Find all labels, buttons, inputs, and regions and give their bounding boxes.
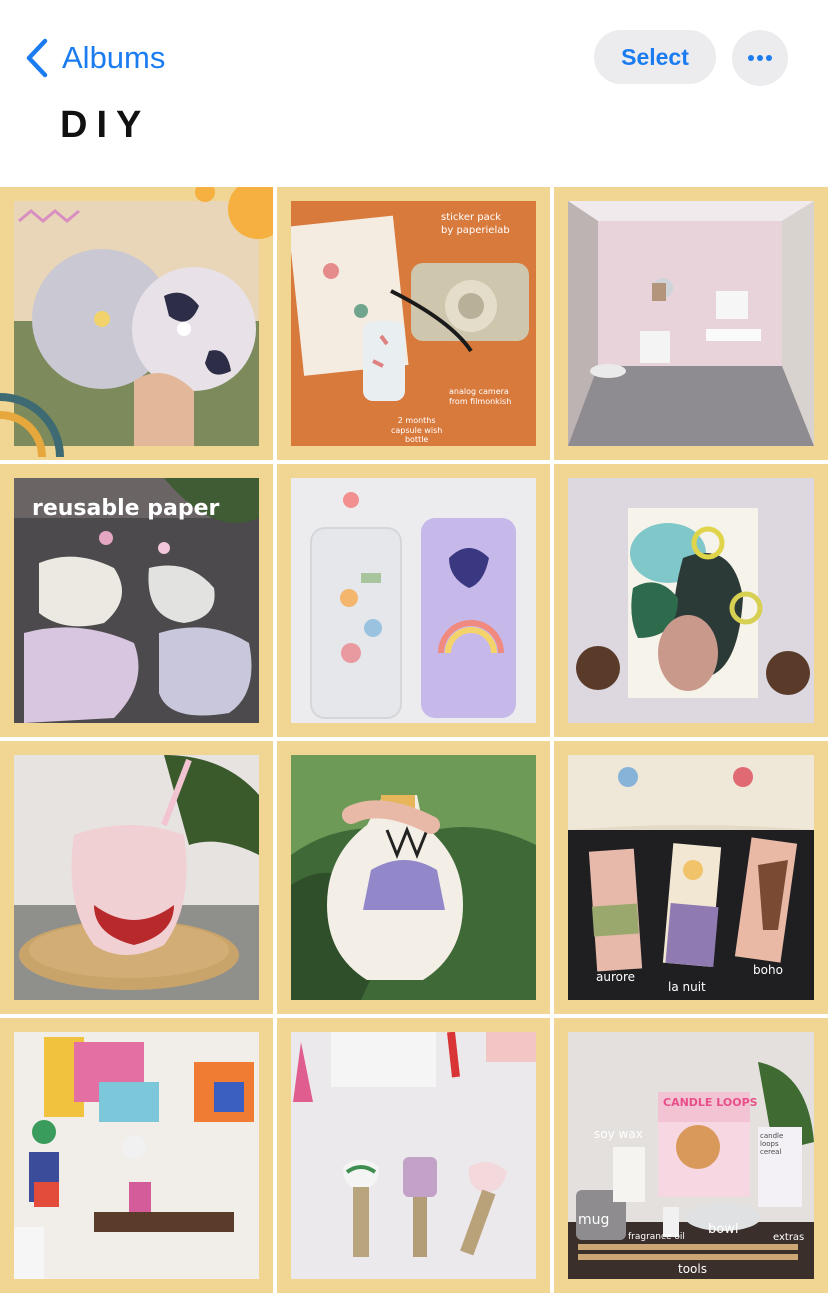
caption-soy-wax: soy wax xyxy=(594,1127,643,1141)
photo-thumbnail-12[interactable]: CANDLE LOOPS candle loops cereal soy wax… xyxy=(554,1018,828,1293)
photo-image xyxy=(291,1032,536,1279)
tag-label-la-nuit: la nuit xyxy=(668,980,706,994)
photo-thumbnail-9[interactable]: aurore la nuit boho xyxy=(554,741,828,1014)
tag-label-boho: boho xyxy=(753,963,783,977)
photo-image xyxy=(568,201,814,446)
box-label-candle-loops-cereal: candle loops cereal xyxy=(760,1132,784,1156)
caption-sticker-pack: sticker pack by paperielab xyxy=(441,212,510,236)
caption-extras: extras xyxy=(773,1232,805,1243)
caption-tools: tools xyxy=(678,1262,707,1276)
photo-thumbnail-7[interactable] xyxy=(0,741,273,1014)
photo-thumbnail-4[interactable]: reusable paper xyxy=(0,464,273,737)
select-button[interactable]: Select xyxy=(594,30,716,84)
album-title: DIY xyxy=(60,104,151,146)
photo-image: reusable paper xyxy=(14,478,259,723)
caption-capsule-bottle: 2 months capsule wish bottle xyxy=(391,416,443,445)
caption-bowl: bowl xyxy=(708,1222,739,1237)
tag-label-aurore: aurore xyxy=(596,970,636,984)
caption-reusable-paper: reusable paper xyxy=(32,496,220,521)
photo-image: CANDLE LOOPS candle loops cereal soy wax… xyxy=(568,1032,814,1279)
photo-image xyxy=(291,755,536,1000)
back-button[interactable]: Albums xyxy=(24,36,165,80)
photo-image: aurore la nuit boho xyxy=(568,755,814,1000)
photo-image: sticker pack by paperielab analog camera… xyxy=(291,201,536,446)
ellipsis-icon xyxy=(748,55,772,61)
photo-thumbnail-8[interactable] xyxy=(277,741,550,1014)
photo-thumbnail-11[interactable] xyxy=(277,1018,550,1293)
photo-image xyxy=(291,478,536,723)
photo-thumbnail-2[interactable]: sticker pack by paperielab analog camera… xyxy=(277,187,550,460)
photo-thumbnail-3[interactable] xyxy=(554,187,828,460)
photo-image xyxy=(14,755,259,1000)
back-label: Albums xyxy=(62,40,166,75)
caption-analog-camera: analog camera from filmonkish xyxy=(449,387,512,407)
photo-image xyxy=(14,1032,259,1279)
photo-thumbnail-6[interactable] xyxy=(554,464,828,737)
photo-thumbnail-1[interactable] xyxy=(0,187,273,460)
caption-fragrance-oil: fragrance oil xyxy=(628,1232,685,1242)
box-label-candle-loops: CANDLE LOOPS xyxy=(663,1096,758,1109)
caption-mug: mug xyxy=(578,1212,610,1228)
photo-thumbnail-10[interactable] xyxy=(0,1018,273,1293)
more-options-button[interactable] xyxy=(732,30,788,86)
photo-image xyxy=(568,478,814,723)
chevron-left-icon xyxy=(26,38,48,78)
navigation-bar: Albums Select DIY xyxy=(0,0,828,180)
photo-thumbnail-5[interactable] xyxy=(277,464,550,737)
